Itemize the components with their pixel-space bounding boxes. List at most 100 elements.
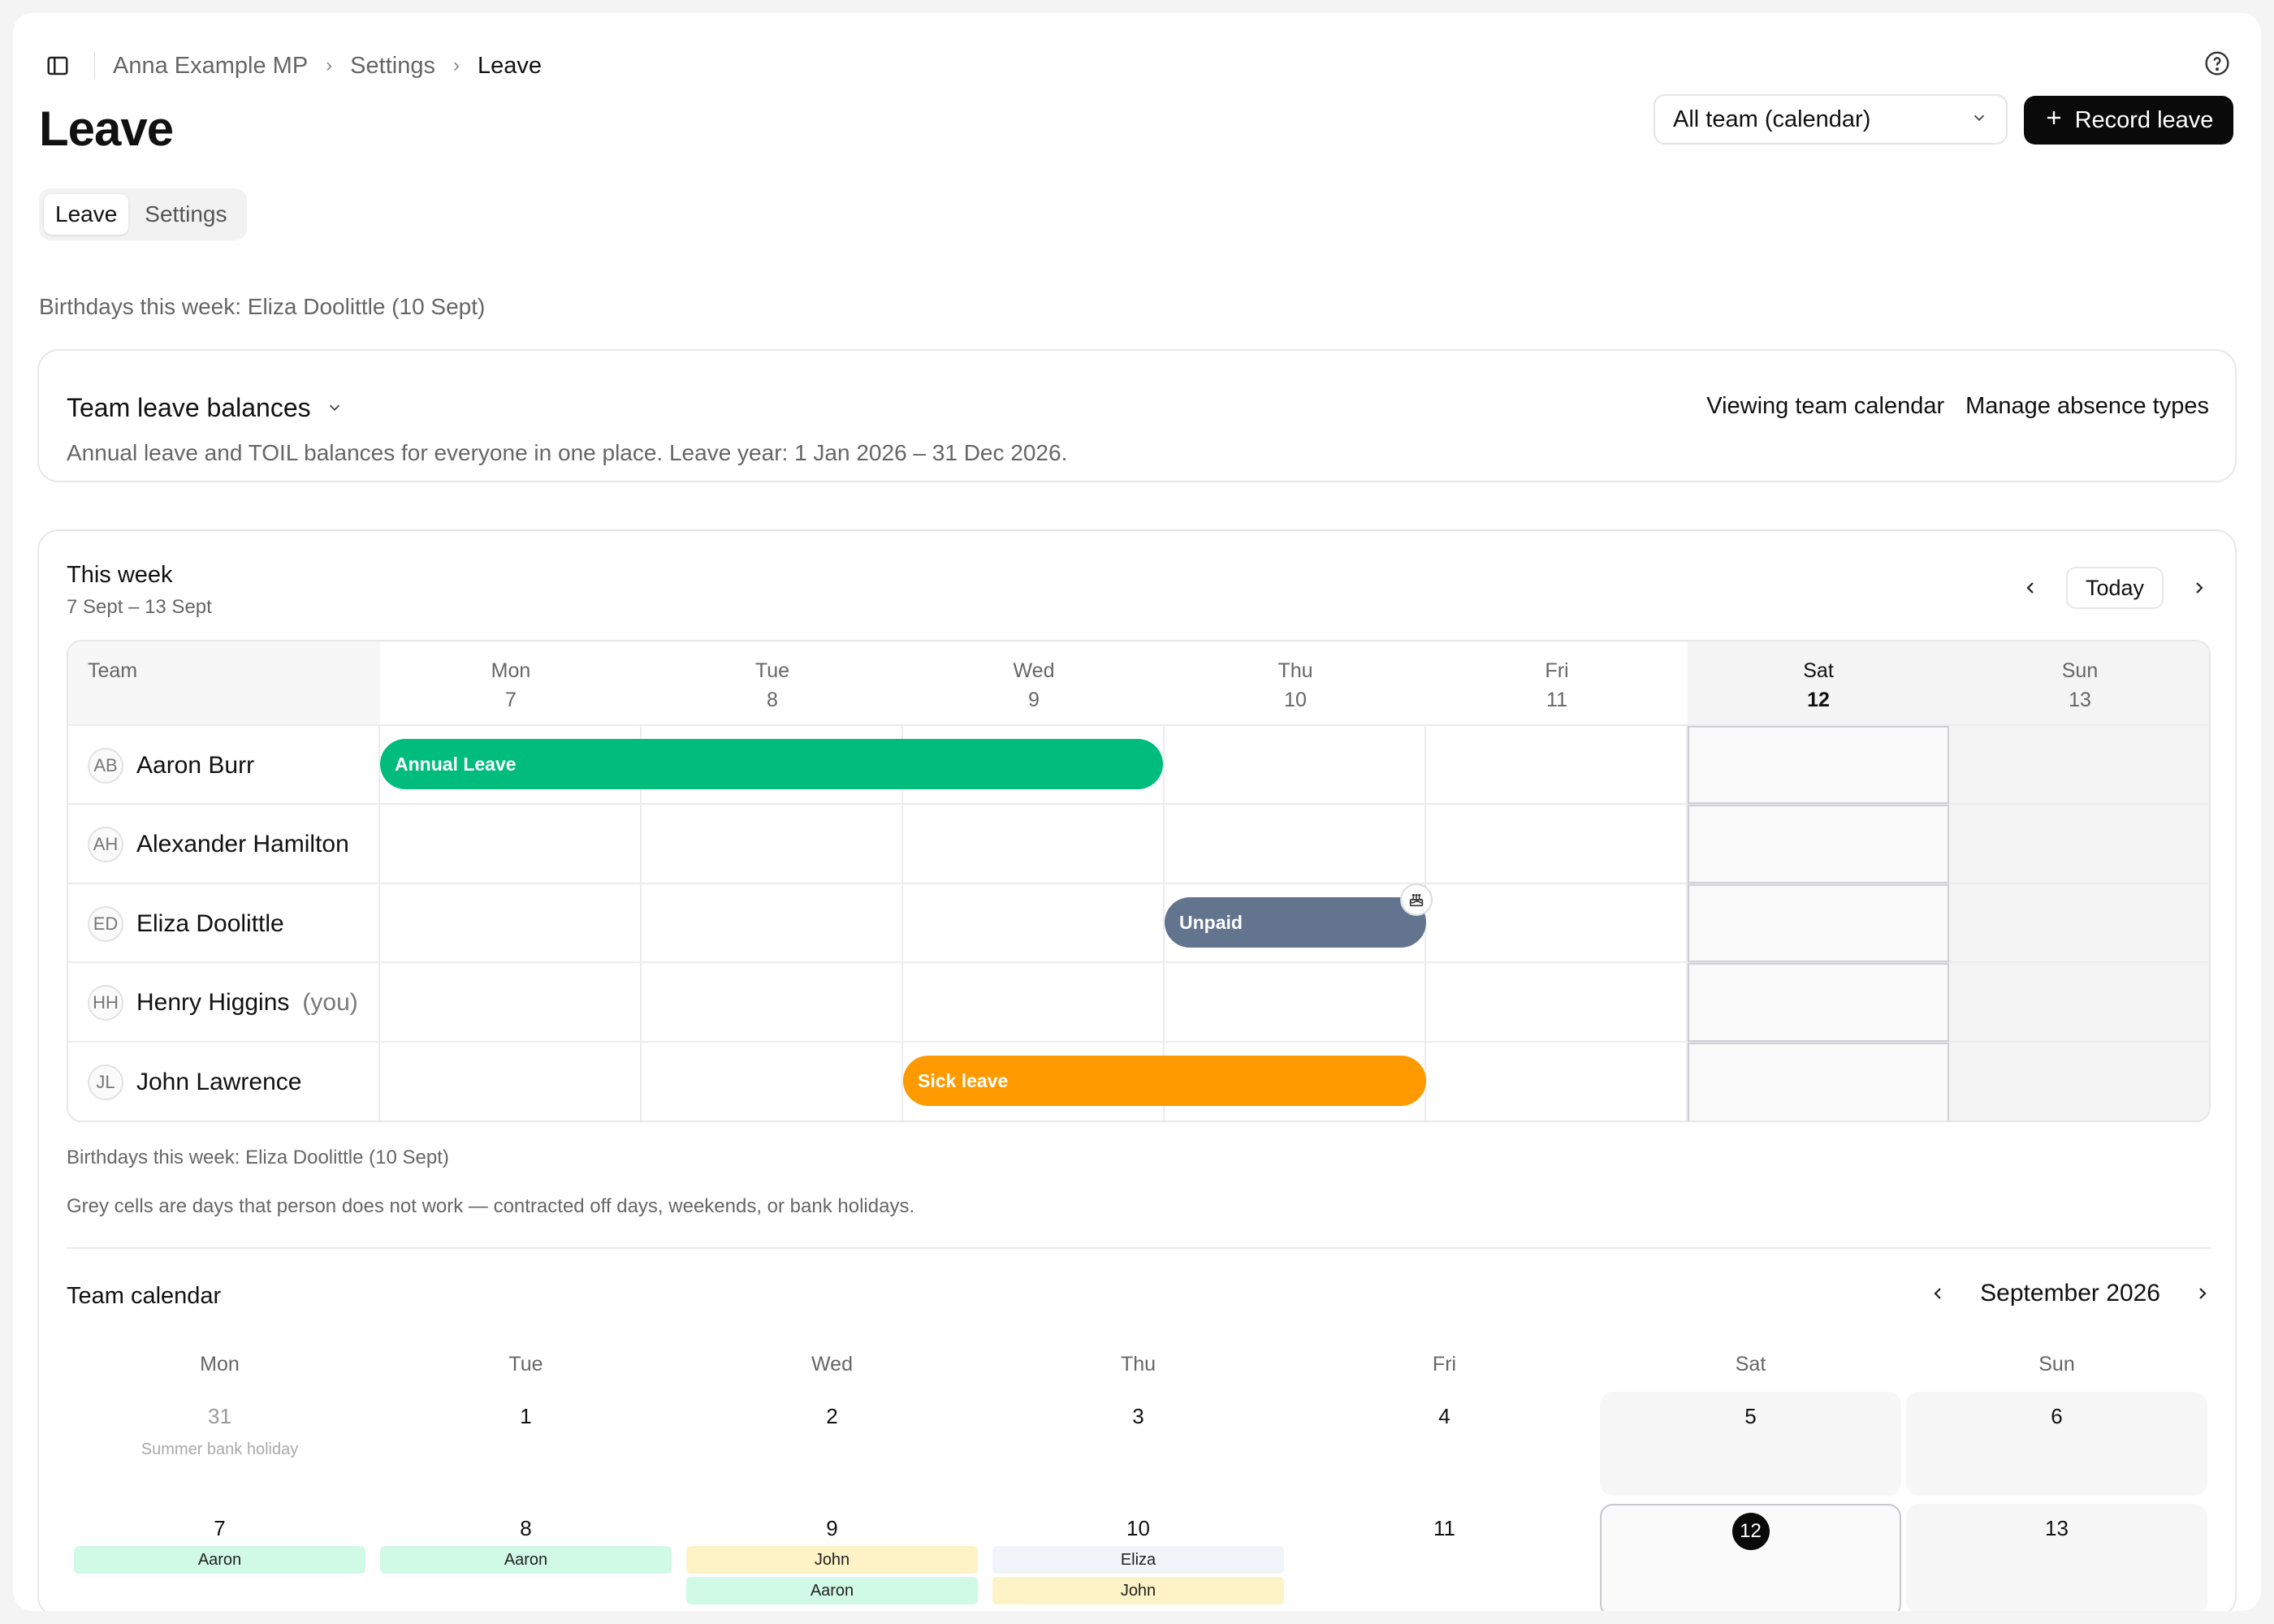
calendar-day[interactable]: 5 [1600, 1392, 1901, 1496]
leave-chip[interactable]: Eliza [992, 1546, 1284, 1574]
avatar: AB [88, 747, 123, 784]
birthday-cake-icon [1400, 883, 1433, 916]
team-calendar-title: Team calendar [67, 1283, 222, 1309]
today-cell[interactable] [1688, 963, 1949, 1042]
week-birthdays-note: Birthdays this week: Eliza Doolittle (10… [67, 1147, 449, 1168]
team-member-row[interactable]: HH Henry Higgins (you) [88, 963, 358, 1042]
team-leave-balances-card: Team leave balances Annual leave and TOI… [37, 349, 2237, 482]
chevron-left-icon[interactable] [1928, 1284, 1948, 1303]
day-name: Wed [1013, 659, 1055, 682]
calendar-day[interactable]: 7 Aaron [69, 1504, 370, 1611]
week-nav: Today [2014, 567, 2216, 609]
day-number: 11 [1433, 1516, 1455, 1540]
day-header-wed: Wed 9 [903, 641, 1165, 726]
avatar: JL [88, 1064, 123, 1100]
day-number-wrap: 12 [1602, 1513, 1900, 1550]
member-name: Alexander Hamilton [136, 830, 349, 857]
manage-absence-types-link[interactable]: Manage absence types [1965, 393, 2209, 420]
calendar-day[interactable]: 10 Eliza John [988, 1504, 1289, 1611]
day-name: Tue [754, 659, 790, 682]
chevron-right-icon[interactable] [2183, 572, 2216, 604]
tab-settings[interactable]: Settings [133, 194, 238, 235]
month-label: September 2026 [1980, 1280, 2160, 1307]
weekday-header: Sat [1735, 1353, 1766, 1376]
member-name: Henry Higgins [136, 988, 290, 1016]
day-number: 1 [520, 1404, 532, 1428]
help-icon[interactable] [2203, 49, 2232, 78]
calendar-day[interactable]: 8 Aaron [375, 1504, 677, 1611]
record-leave-button[interactable]: Record leave [2024, 96, 2233, 145]
team-view-select-value: All team (calendar) [1673, 106, 1871, 132]
day-name: Thu [1278, 659, 1313, 682]
leave-chip[interactable]: Aaron [380, 1546, 672, 1574]
leave-bar-unpaid[interactable]: Unpaid [1165, 897, 1426, 948]
weekday-header: Sun [2038, 1353, 2075, 1376]
today-cell[interactable] [1688, 884, 1949, 962]
day-name: Mon [491, 659, 531, 682]
you-label: (you) [302, 988, 358, 1016]
weekday-header: Wed [811, 1353, 853, 1376]
weekday-header: Tue [508, 1353, 543, 1376]
calendar-day[interactable]: 13 [1906, 1504, 2207, 1611]
day-number: 13 [2069, 689, 2091, 711]
week-range: 7 Sept – 13 Sept [67, 596, 212, 618]
today-cell[interactable] [1688, 1043, 1949, 1121]
breadcrumb: Anna Example MP › Settings › Leave [45, 45, 542, 86]
leave-bar-annual[interactable]: Annual Leave [380, 739, 1163, 789]
avatar: ED [88, 905, 123, 942]
calendar-day[interactable]: 11 [1294, 1504, 1595, 1611]
today-number: 12 [1731, 1513, 1770, 1550]
day-header-thu: Thu 10 [1165, 641, 1426, 726]
day-number: 11 [1546, 689, 1567, 711]
day-number: 6 [2051, 1404, 2063, 1428]
day-number: 8 [520, 1516, 532, 1540]
team-member-row[interactable]: JL John Lawrence [88, 1043, 301, 1121]
day-number: 9 [1028, 689, 1040, 711]
today-button[interactable]: Today [2065, 567, 2164, 609]
leave-chip[interactable]: Aaron [74, 1546, 365, 1574]
day-number: 8 [767, 689, 778, 711]
chevron-right-icon: › [452, 54, 460, 76]
day-number: 13 [2045, 1516, 2069, 1540]
calendar-day[interactable]: 6 [1906, 1392, 2207, 1496]
plus-icon [2044, 107, 2064, 134]
viewing-team-calendar-link[interactable]: Viewing team calendar [1706, 393, 1944, 420]
weekday-header: Thu [1120, 1353, 1156, 1376]
day-number: 10 [1284, 689, 1307, 711]
tab-leave[interactable]: Leave [44, 194, 129, 235]
leave-chip[interactable]: John [992, 1577, 1284, 1605]
calendar-day[interactable]: 2 [681, 1392, 983, 1496]
balances-title: Team leave balances [67, 393, 311, 422]
breadcrumb-item-settings[interactable]: Settings [350, 53, 435, 80]
team-member-row[interactable]: AH Alexander Hamilton [88, 805, 349, 883]
balances-toggle[interactable]: Team leave balances [67, 393, 344, 423]
today-cell[interactable] [1688, 805, 1949, 883]
member-name: Aaron Burr [136, 751, 255, 779]
calendar-day-today[interactable]: 12 [1600, 1504, 1901, 1611]
day-number: 4 [1438, 1404, 1450, 1428]
divider [67, 1247, 2211, 1249]
chevron-right-icon: › [326, 54, 333, 76]
breadcrumb-item-account[interactable]: Anna Example MP [113, 53, 308, 80]
calendar-day[interactable]: 3 [988, 1392, 1289, 1496]
team-column-header: Team [68, 641, 380, 726]
calendar-day[interactable]: 31 Summer bank holiday [69, 1392, 370, 1496]
calendar-day[interactable]: 1 [375, 1392, 677, 1496]
grey-cells-note: Grey cells are days that person does not… [67, 1195, 915, 1217]
day-number: 31 [208, 1404, 231, 1428]
team-member-row[interactable]: ED Eliza Doolittle [88, 884, 284, 963]
day-name: Sat [1803, 659, 1834, 682]
sidebar-toggle-icon[interactable] [45, 54, 70, 78]
chevron-down-icon [326, 393, 344, 423]
leave-bar-sick[interactable]: Sick leave [903, 1056, 1426, 1106]
calendar-day[interactable]: 9 John Aaron [681, 1504, 983, 1611]
leave-chip[interactable]: John [686, 1546, 978, 1574]
chevron-right-icon[interactable] [2193, 1284, 2212, 1303]
chevron-left-icon[interactable] [2014, 572, 2047, 604]
team-member-row[interactable]: AB Aaron Burr [88, 726, 254, 805]
balances-links: Viewing team calendar Manage absence typ… [1706, 393, 2209, 420]
leave-chip[interactable]: Aaron [686, 1577, 978, 1605]
calendar-day[interactable]: 4 [1294, 1392, 1595, 1496]
today-cell[interactable] [1688, 726, 1949, 804]
team-view-select[interactable]: All team (calendar) [1654, 94, 2008, 145]
